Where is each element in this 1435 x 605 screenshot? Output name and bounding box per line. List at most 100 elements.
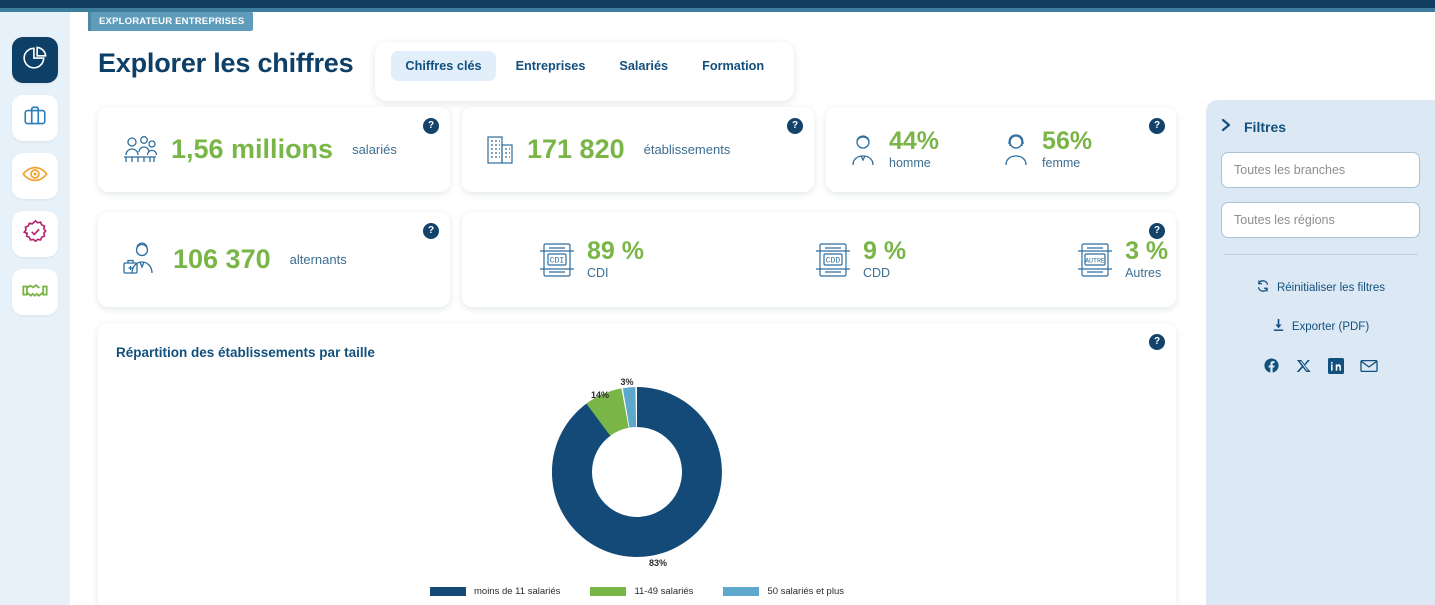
tab-bar: Chiffres clés Entreprises Salariés Forma… — [375, 42, 795, 101]
svg-text:CDI: CDI — [550, 256, 564, 265]
card-etablissements: ? 171 820 établissements — [462, 107, 814, 192]
help-icon-salaries[interactable]: ? — [423, 118, 439, 134]
legend-label-50-et-plus: 50 salariés et plus — [767, 586, 844, 597]
chevron-right-icon — [1221, 118, 1232, 136]
etablissements-unit: établissements — [643, 142, 731, 157]
tab-formation[interactable]: Formation — [688, 51, 778, 81]
svg-text:CDD: CDD — [826, 256, 841, 265]
metric-femme: 56% femme — [1001, 129, 1092, 170]
contract-cdd-icon: CDD — [814, 239, 852, 281]
metric-salaries: 1,56 millions salariés — [120, 133, 397, 167]
export-pdf-label: Exporter (PDF) — [1291, 320, 1370, 333]
rail-item-eye[interactable] — [12, 153, 58, 199]
help-icon-etablissements[interactable]: ? — [787, 118, 803, 134]
people-group-icon — [120, 133, 160, 167]
legend-item-11-49[interactable]: 11-49 salariés — [590, 586, 693, 597]
donut-chart: 14% 3% 83% — [98, 367, 1176, 577]
x-icon[interactable] — [1296, 358, 1312, 379]
donut-slice-moins-de-11[interactable] — [551, 387, 722, 557]
tab-chiffres-cles[interactable]: Chiffres clés — [391, 51, 496, 81]
branch-select[interactable]: Toutes les branches — [1221, 152, 1420, 188]
metric-cdd: CDD 9 % CDD — [814, 239, 906, 281]
apprentice-icon — [120, 239, 162, 281]
download-icon — [1272, 318, 1285, 335]
alternants-unit: alternants — [289, 252, 347, 267]
rail-item-pie-chart[interactable] — [12, 37, 58, 83]
help-icon-contrats[interactable]: ? — [1149, 223, 1165, 239]
social-links — [1221, 357, 1420, 379]
etablissements-value: 171 820 — [527, 134, 625, 164]
donut-label-14: 14% — [591, 390, 609, 400]
facebook-icon[interactable] — [1263, 357, 1280, 379]
rail-item-badge-check[interactable] — [12, 211, 58, 257]
rail-item-briefcase[interactable] — [12, 95, 58, 141]
region-select[interactable]: Toutes les régions — [1221, 202, 1420, 238]
app-root: EXPLORATEUR ENTREPRISES Explorer les chi… — [0, 0, 1435, 605]
autres-label: Autres — [1125, 266, 1162, 280]
homme-label: homme — [889, 156, 931, 170]
woman-icon — [1001, 132, 1031, 168]
help-icon-genre[interactable]: ? — [1149, 118, 1165, 134]
autres-value: 3 % — [1125, 237, 1169, 265]
metric-alternants: 106 370 alternants — [120, 239, 347, 281]
card-alternants: ? 106 370 alternants — [98, 212, 450, 307]
pie-chart-icon — [22, 45, 48, 76]
cdi-value: 89 % — [587, 237, 644, 265]
salaries-unit: salariés — [352, 142, 397, 157]
help-icon-chart[interactable]: ? — [1149, 334, 1165, 350]
alternants-value: 106 370 — [173, 244, 271, 274]
app-badge: EXPLORATEUR ENTREPRISES — [88, 12, 254, 31]
cdi-label: CDI — [587, 266, 609, 280]
filters-header[interactable]: Filtres — [1221, 118, 1420, 136]
card-salaries: ? 1,56 millions salariés — [98, 107, 450, 192]
linkedin-icon[interactable] — [1328, 357, 1344, 379]
header-row: Explorer les chiffres Chiffres clés Entr… — [70, 36, 1435, 101]
card-genre: ? 44% homme 56% femme — [826, 107, 1176, 192]
handshake-icon — [21, 276, 49, 309]
femme-label: femme — [1042, 156, 1081, 170]
rail-item-handshake[interactable] — [12, 269, 58, 315]
tab-salaries[interactable]: Salariés — [605, 51, 682, 81]
help-icon-alternants[interactable]: ? — [423, 223, 439, 239]
email-icon[interactable] — [1360, 358, 1378, 379]
filters-title: Filtres — [1244, 119, 1287, 135]
contract-cdi-icon: CDI — [538, 239, 576, 281]
metric-etablissements: 171 820 établissements — [484, 133, 730, 167]
metric-homme: 44% homme — [848, 129, 939, 170]
page-title: Explorer les chiffres — [98, 48, 354, 78]
legend-item-moins-de-11[interactable]: moins de 11 salariés — [430, 586, 560, 597]
salaries-value: 1,56 millions — [171, 134, 334, 164]
export-pdf-button[interactable]: Exporter (PDF) — [1221, 318, 1420, 335]
filters-divider — [1223, 254, 1418, 255]
refresh-icon — [1256, 279, 1270, 296]
femme-value: 56% — [1042, 127, 1093, 155]
contract-autre-icon: AUTRE — [1076, 239, 1114, 281]
card-repartition-chart: ? Répartition des établissements par tai… — [98, 323, 1176, 605]
reset-filters-label: Réinitialiser les filtres — [1276, 281, 1385, 294]
top-bar-dark — [0, 0, 1435, 8]
legend-swatch-lightblue — [723, 587, 760, 596]
filters-panel: Filtres Toutes les branches Toutes les r… — [1206, 100, 1435, 605]
briefcase-icon — [22, 103, 48, 134]
legend-swatch-navy — [430, 587, 466, 596]
chart-title: Répartition des établissements par taill… — [116, 345, 375, 360]
reset-filters-button[interactable]: Réinitialiser les filtres — [1221, 279, 1420, 296]
badge-check-icon — [22, 218, 49, 250]
left-icon-rail — [0, 12, 70, 605]
legend-item-50-et-plus[interactable]: 50 salariés et plus — [723, 586, 844, 597]
building-icon — [484, 133, 516, 167]
card-contrats: ? CDI 89 % CDI CDD 9 % CDD AUTRE 3 % Aut… — [462, 212, 1176, 307]
svg-text:AUTRE: AUTRE — [1085, 257, 1105, 264]
legend-label-moins-de-11: moins de 11 salariés — [474, 586, 561, 597]
eye-icon — [21, 160, 49, 193]
legend-swatch-green — [590, 587, 627, 596]
cdd-label: CDD — [862, 266, 891, 280]
tab-entreprises[interactable]: Entreprises — [502, 51, 600, 81]
metric-autres: AUTRE 3 % Autres — [1076, 239, 1168, 281]
legend-label-11-49: 11-49 salariés — [634, 586, 694, 597]
chart-legend: moins de 11 salariés 11-49 salariés 50 s… — [98, 586, 1176, 597]
region-select-value: Toutes les régions — [1234, 213, 1335, 227]
metric-cdi: CDI 89 % CDI — [538, 239, 644, 281]
donut-label-3: 3% — [620, 377, 633, 387]
cdd-value: 9 % — [862, 237, 907, 265]
